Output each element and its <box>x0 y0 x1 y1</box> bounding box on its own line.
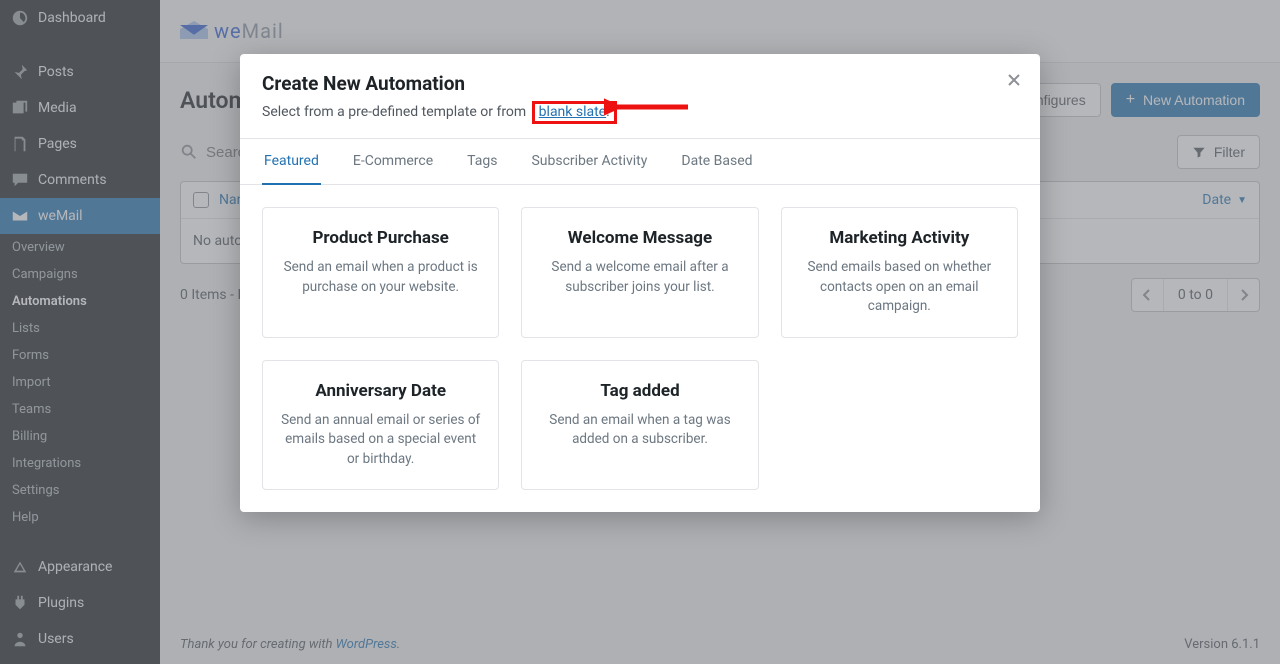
modal-close-button[interactable] <box>1002 68 1026 92</box>
card-welcome-message[interactable]: Welcome Message Send a welcome email aft… <box>521 207 758 338</box>
modal-subtitle: Select from a pre-defined template or fr… <box>262 101 1018 124</box>
blank-slate-highlight: blank slate. <box>532 101 617 124</box>
card-product-purchase[interactable]: Product Purchase Send an email when a pr… <box>262 207 499 338</box>
modal-tabs: Featured E-Commerce Tags Subscriber Acti… <box>240 139 1040 185</box>
template-cards: Product Purchase Send an email when a pr… <box>240 185 1040 512</box>
modal-title: Create New Automation <box>262 72 1018 95</box>
tab-tags[interactable]: Tags <box>465 139 499 184</box>
close-icon <box>1007 73 1021 87</box>
create-automation-modal: Create New Automation Select from a pre-… <box>240 54 1040 512</box>
tab-subscriber-activity[interactable]: Subscriber Activity <box>529 139 649 184</box>
card-tag-added[interactable]: Tag added Send an email when a tag was a… <box>521 360 758 491</box>
tab-featured[interactable]: Featured <box>262 139 321 185</box>
tab-date-based[interactable]: Date Based <box>679 139 754 184</box>
blank-slate-link[interactable]: blank slate <box>539 104 606 120</box>
card-anniversary-date[interactable]: Anniversary Date Send an annual email or… <box>262 360 499 491</box>
tab-ecommerce[interactable]: E-Commerce <box>351 139 435 184</box>
card-marketing-activity[interactable]: Marketing Activity Send emails based on … <box>781 207 1018 338</box>
